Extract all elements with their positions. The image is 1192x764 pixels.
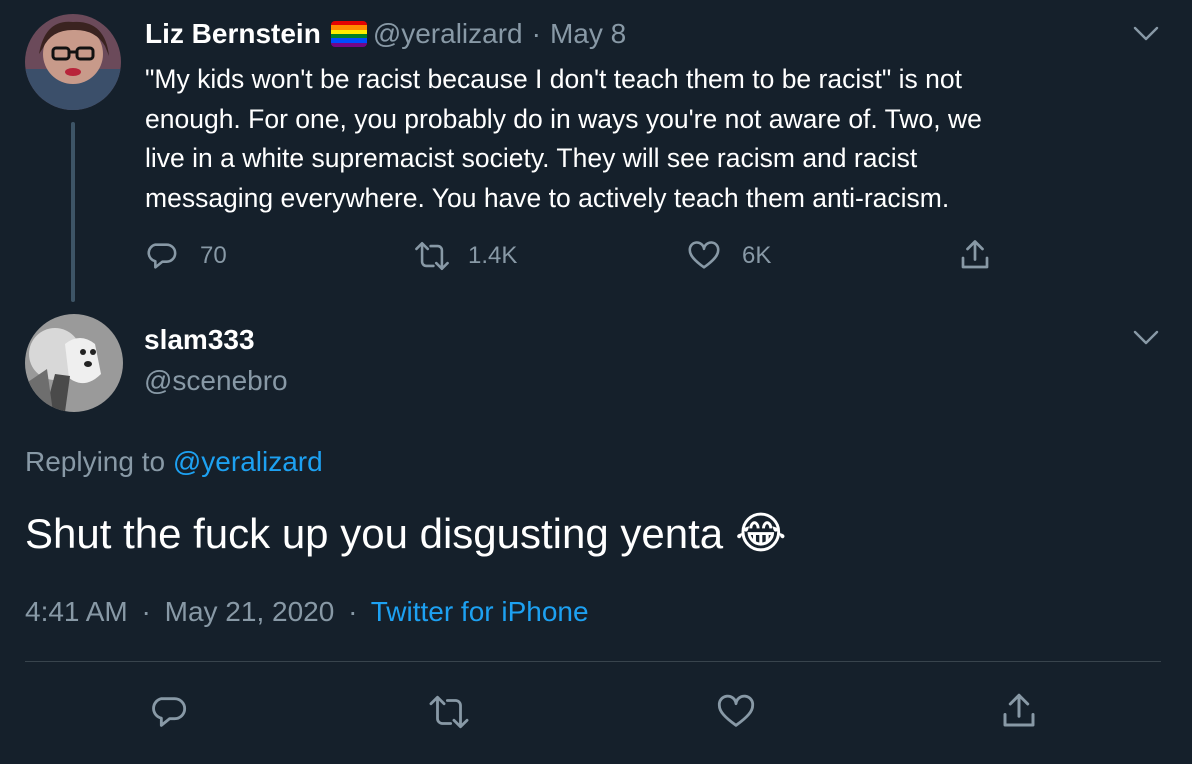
reply-button[interactable]: 70 [144, 239, 227, 273]
reply-icon [144, 239, 178, 273]
tweet-source[interactable]: Twitter for iPhone [371, 596, 589, 627]
share-icon [998, 690, 1040, 732]
replying-to-label: Replying to [25, 446, 166, 477]
divider [25, 661, 1161, 662]
tweet-time[interactable]: 4:41 AM [25, 596, 128, 627]
header-separator: · [531, 18, 541, 49]
avatar-slam333[interactable] [25, 314, 123, 412]
tweet-text-line: "My kids won't be racist because I don't… [145, 64, 962, 94]
thread-connector-line [71, 122, 75, 302]
like-count: 6K [742, 242, 772, 269]
share-button[interactable] [957, 237, 993, 273]
meta-separator: · [348, 596, 358, 627]
parent-tweet-text: "My kids won't be racist because I don't… [145, 60, 982, 218]
reply-display-name[interactable]: slam333 [144, 324, 255, 356]
avatar-liz[interactable] [25, 14, 121, 110]
parent-tweet-header: Liz Bernstein @yeralizard · May 8 [145, 16, 626, 52]
display-name[interactable]: Liz Bernstein [145, 18, 321, 50]
meta-separator: · [141, 596, 151, 627]
share-button[interactable] [998, 690, 1040, 732]
handle[interactable]: @yeralizard [373, 18, 523, 50]
replying-to: Replying to @yeralizard [25, 446, 323, 478]
tweet-meta: 4:41 AM · May 21, 2020 · Twitter for iPh… [25, 596, 589, 628]
retweet-count: 1.4K [468, 242, 518, 269]
replying-to-handle[interactable]: @yeralizard [173, 446, 323, 477]
tweet-text-line: messaging everywhere. You have to active… [145, 182, 950, 213]
reply-count: 70 [200, 242, 227, 269]
reply-handle[interactable]: @scenebro [144, 365, 288, 397]
retweet-icon [426, 692, 472, 732]
retweet-button[interactable] [426, 692, 472, 732]
like-icon [715, 692, 757, 732]
reply-text: Shut the fuck up you disgusting yenta [25, 509, 724, 557]
tweet-text-line: live in a white supremacist society. The… [145, 143, 918, 173]
share-icon [957, 237, 993, 273]
chevron-down-icon[interactable] [1133, 26, 1159, 42]
like-button[interactable]: 6K [686, 239, 771, 273]
retweet-icon [412, 239, 452, 273]
rainbow-flag-icon [330, 21, 367, 47]
reply-icon [148, 692, 188, 732]
chevron-down-icon[interactable] [1133, 330, 1159, 346]
flag-stripe [330, 42, 367, 47]
tweet-text-line: enough. For one, you probably do in ways… [145, 103, 982, 134]
tweet-date[interactable]: May 8 [550, 18, 626, 50]
tears-of-joy-icon: 😂 [735, 509, 787, 558]
reply-tweet-text: Shut the fuck up you disgusting yenta 😂 [25, 508, 787, 559]
tweet-full-date[interactable]: May 21, 2020 [165, 596, 335, 627]
retweet-button[interactable]: 1.4K [412, 239, 517, 273]
reply-button[interactable] [148, 692, 188, 732]
like-icon [686, 239, 722, 273]
like-button[interactable] [715, 692, 757, 732]
